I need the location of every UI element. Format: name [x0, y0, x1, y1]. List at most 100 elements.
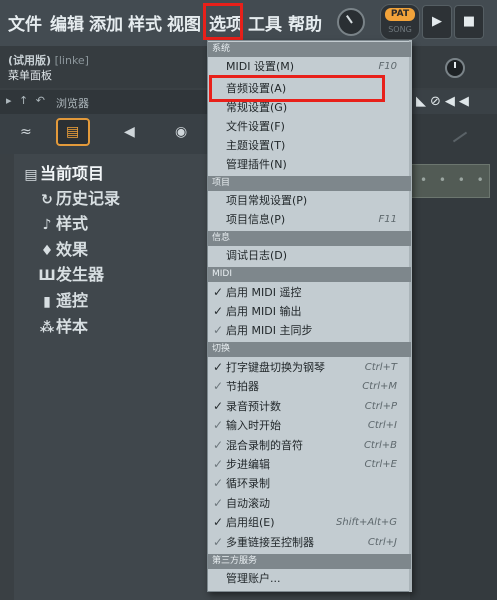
- checkmark-icon: ✓: [213, 476, 224, 490]
- blend-notes-item[interactable]: ✓ 混合录制的音符 Ctrl+B: [208, 436, 411, 455]
- tree-item-current-project[interactable]: ▤ 当前项目: [22, 160, 104, 184]
- item-label: 录音预计数: [226, 400, 281, 413]
- manage-plugins-item[interactable]: 管理插件(N): [208, 155, 411, 174]
- item-label: 文件设置(F): [226, 120, 285, 133]
- midi-settings-item[interactable]: MIDI 设置(M) F10: [208, 57, 411, 76]
- midi-output-item[interactable]: ✓ 启用 MIDI 输出: [208, 302, 411, 321]
- item-shortcut: Ctrl+I: [367, 420, 397, 431]
- play-button[interactable]: ▶: [422, 5, 452, 39]
- checkmark-icon: ✓: [213, 360, 224, 374]
- theme-settings-item[interactable]: 主题设置(T): [208, 136, 411, 155]
- checkmark-icon: ✓: [213, 285, 224, 299]
- debug-log-item[interactable]: 调试日志(D): [208, 246, 411, 265]
- effect-icon: ♦: [40, 243, 54, 259]
- checkmark-icon: ✓: [213, 304, 224, 318]
- hint-text: 菜单面板: [8, 69, 52, 82]
- item-label: 管理账户...: [226, 572, 281, 585]
- item-shortcut: F11: [378, 214, 397, 225]
- start-on-input-item[interactable]: ✓ 输入时开始 Ctrl+I: [208, 416, 411, 435]
- playlist-tool-icons[interactable]: ◣⊘◀◀: [416, 94, 473, 109]
- tree-item-history[interactable]: ↻ 历史记录: [38, 185, 120, 209]
- checkmark-icon: ✓: [213, 515, 224, 529]
- item-shortcut: Ctrl+P: [364, 401, 397, 412]
- project-icon: ▤: [24, 167, 38, 183]
- master-volume-knob[interactable]: [445, 58, 465, 78]
- item-shortcut: Shift+Alt+G: [336, 517, 397, 528]
- tree-item-generators[interactable]: Ш发生器: [38, 261, 104, 285]
- item-label: 管理插件(N): [226, 158, 287, 171]
- typing-keyboard-item[interactable]: ✓ 打字键盘切换为钢琴 Ctrl+T: [208, 358, 411, 377]
- note-icon: ♪: [42, 217, 52, 233]
- item-shortcut: F10: [378, 61, 397, 72]
- section-project: 项目: [208, 176, 411, 191]
- item-label: 启用 MIDI 主同步: [226, 324, 313, 337]
- checkmark-icon: ✓: [213, 379, 224, 393]
- speaker-filter-icon[interactable]: ◀: [124, 124, 135, 140]
- item-label: 启用 MIDI 遥控: [226, 286, 302, 299]
- menu-file[interactable]: 文件: [8, 10, 42, 35]
- menu-edit[interactable]: 编辑: [50, 10, 84, 35]
- checkmark-icon: ✓: [213, 323, 224, 337]
- menu-view[interactable]: 视图: [167, 10, 201, 35]
- item-label: 常规设置(G): [226, 101, 288, 114]
- play-icon: ▶: [432, 14, 442, 29]
- item-shortcut: Ctrl+M: [362, 381, 397, 392]
- loop-record-item[interactable]: ✓ 循环录制: [208, 474, 411, 493]
- metronome-item[interactable]: ✓ 节拍器 Ctrl+M: [208, 377, 411, 396]
- pat-song-toggle[interactable]: PAT SONG: [380, 4, 420, 40]
- tree-item-label: 历史记录: [56, 189, 121, 208]
- checkmark-icon: ✓: [213, 535, 224, 549]
- file-settings-item[interactable]: 文件设置(F): [208, 117, 411, 136]
- tree-item-label: 样本: [56, 317, 89, 336]
- checkmark-icon: ✓: [213, 457, 224, 471]
- item-label: 启用 MIDI 输出: [226, 305, 302, 318]
- tree-item-effects[interactable]: ♦ 效果: [38, 236, 88, 260]
- stop-button[interactable]: ■: [454, 5, 484, 39]
- item-label: 项目信息(P): [226, 213, 286, 226]
- tree-item-label: 当前项目: [40, 164, 105, 183]
- section-midi: MIDI: [208, 267, 411, 282]
- midi-remote-item[interactable]: ✓ 启用 MIDI 遥控: [208, 283, 411, 302]
- options-menu-highlight: [203, 3, 243, 40]
- hint-title: (试用版) [linke]: [8, 52, 89, 68]
- remote-icon: ▮: [43, 294, 51, 310]
- item-label: 节拍器: [226, 380, 259, 393]
- menu-add[interactable]: 添加: [89, 10, 123, 35]
- globe-filter-icon[interactable]: ◉: [175, 124, 187, 140]
- checkmark-icon: ✓: [213, 496, 224, 510]
- tree-item-label: 效果: [56, 240, 89, 259]
- checkmark-icon: ✓: [213, 399, 224, 413]
- master-dial[interactable]: [337, 8, 365, 36]
- multilink-controllers-item[interactable]: ✓ 多重链接至控制器 Ctrl+J: [208, 533, 411, 552]
- generator-icon: Ш: [38, 268, 56, 284]
- count-in-item[interactable]: ✓ 录音预计数 Ctrl+P: [208, 397, 411, 416]
- section-third-party: 第三方服务: [208, 554, 411, 569]
- pat-label: PAT: [385, 8, 415, 21]
- step-edit-item[interactable]: ✓ 步进编辑 Ctrl+E: [208, 455, 411, 474]
- menu-pattern[interactable]: 样式: [128, 10, 162, 35]
- trial-mode-label: (试用版): [8, 54, 52, 67]
- general-settings-item[interactable]: 常规设置(G): [208, 98, 411, 117]
- manage-account-item[interactable]: 管理账户...: [208, 569, 411, 588]
- auto-scroll-item[interactable]: ✓ 自动滚动: [208, 494, 411, 513]
- item-shortcut: Ctrl+J: [367, 537, 397, 548]
- item-shortcut: Ctrl+T: [364, 362, 397, 373]
- waveform-filter-icon[interactable]: ≈: [20, 124, 32, 140]
- item-label: 自动滚动: [226, 497, 270, 510]
- section-info: 信息: [208, 231, 411, 246]
- midi-master-sync-item[interactable]: ✓ 启用 MIDI 主同步: [208, 321, 411, 340]
- tree-item-samples[interactable]: ⁂ 样本: [38, 313, 88, 337]
- menu-help[interactable]: 帮助: [288, 10, 322, 35]
- history-icon: ↻: [41, 192, 53, 208]
- item-label: 混合录制的音符: [226, 439, 303, 452]
- sample-icon: ⁂: [39, 320, 55, 336]
- menu-tools[interactable]: 工具: [248, 10, 282, 35]
- tree-item-remote[interactable]: ▮ 遥控: [38, 287, 88, 311]
- tree-item-patterns[interactable]: ♪ 样式: [38, 210, 88, 234]
- project-info-item[interactable]: 项目信息(P) F11: [208, 210, 411, 229]
- checkmark-icon: ✓: [213, 418, 224, 432]
- project-general-settings-item[interactable]: 项目常规设置(P): [208, 191, 411, 210]
- enable-groups-item[interactable]: ✓ 启用组(E) Shift+Alt+G: [208, 513, 411, 532]
- browser-title: 浏览器: [56, 97, 89, 110]
- browser-nav-icons[interactable]: ▸ ↑ ↶: [6, 94, 47, 107]
